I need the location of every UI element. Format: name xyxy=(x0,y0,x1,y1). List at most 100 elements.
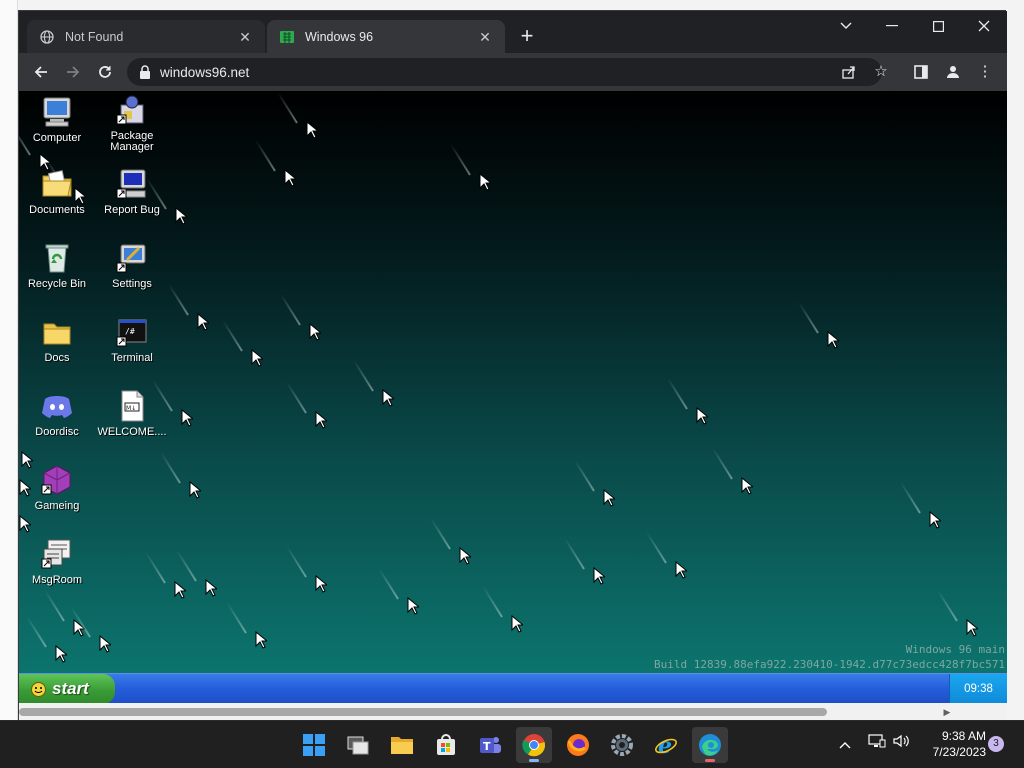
terminal-icon: /# xyxy=(116,319,147,347)
svg-text:M↓: M↓ xyxy=(126,405,136,412)
desktop-icon-welcome[interactable]: M↓ WELCOME.... xyxy=(95,389,169,438)
doordisc-icon xyxy=(42,396,72,418)
host-page-left-edge xyxy=(0,0,18,720)
scrollbar-thumb[interactable] xyxy=(19,708,827,716)
browser-toolbar: windows96.net ☆ ⋮ xyxy=(19,53,1007,91)
windows96-clock: 09:38 xyxy=(949,674,1007,703)
volume-icon[interactable] xyxy=(890,733,912,757)
cursor-arrow-icon xyxy=(675,561,687,579)
reload-button[interactable] xyxy=(93,60,117,84)
windows96-desktop[interactable]: Computer Package Manager Documents Repor… xyxy=(19,91,1007,703)
windows96-logo-icon xyxy=(279,29,295,45)
desktop-icon-computer[interactable]: Computer xyxy=(20,95,94,144)
side-panel-icon[interactable] xyxy=(909,60,933,84)
cursor-arrow-icon xyxy=(382,389,394,407)
desktop-icon-report-bug[interactable]: Report Bug xyxy=(95,167,169,216)
windows-taskbar: T e 9:38 AM 7/23/2023 3 xyxy=(0,720,1024,768)
cursor-trail xyxy=(646,531,667,564)
settings-gear-icon[interactable] xyxy=(604,727,640,763)
close-window-button[interactable] xyxy=(961,11,1007,41)
windows96-taskbar: start 09:38 xyxy=(19,673,1007,703)
browser-menu-icon[interactable]: ⋮ xyxy=(973,60,997,84)
bookmark-star-icon[interactable]: ☆ xyxy=(869,60,893,84)
cursor-trail xyxy=(353,359,374,392)
firefox-icon[interactable] xyxy=(560,727,596,763)
cursor-arrow-icon xyxy=(255,631,267,649)
desktop-icon-docs[interactable]: Docs xyxy=(20,315,94,364)
network-icon[interactable] xyxy=(866,733,888,757)
url-text: windows96.net xyxy=(160,64,250,80)
build-watermark-line2: Build 12839.88efa922.230410-1942.d77c73e… xyxy=(654,658,1005,671)
desktop-icon-package-manager[interactable]: Package Manager xyxy=(95,93,169,153)
desktop-icon-documents[interactable]: Documents xyxy=(20,167,94,216)
active-app-indicator xyxy=(705,759,715,762)
tab-search-chevron-icon[interactable] xyxy=(823,11,869,41)
desktop-icon-recycle-bin[interactable]: Recycle Bin xyxy=(20,241,94,290)
teams-icon[interactable]: T xyxy=(472,727,508,763)
scroll-right-arrow-icon[interactable]: ▶ xyxy=(941,706,953,718)
tab-not-found[interactable]: Not Found ✕ xyxy=(27,20,265,53)
system-clock[interactable]: 9:38 AM 7/23/2023 xyxy=(914,728,986,760)
edge-icon[interactable] xyxy=(692,727,728,763)
desktop-icon-doordisc[interactable]: Doordisc xyxy=(20,389,94,438)
cursor-arrow-icon xyxy=(251,349,263,367)
windows-start-icon[interactable] xyxy=(296,727,332,763)
chrome-icon[interactable] xyxy=(516,727,552,763)
forward-button[interactable] xyxy=(61,60,85,84)
cursor-trail xyxy=(667,377,688,410)
file-explorer-icon[interactable] xyxy=(384,727,420,763)
cursor-trail xyxy=(176,549,197,582)
cursor-trail xyxy=(900,481,921,514)
cursor-arrow-icon xyxy=(205,579,217,597)
internet-explorer-icon[interactable]: e xyxy=(648,727,684,763)
cursor-arrow-icon xyxy=(603,489,615,507)
start-button[interactable]: start xyxy=(19,674,115,703)
settings-icon xyxy=(116,244,146,273)
minimize-button[interactable] xyxy=(869,11,915,41)
lock-icon xyxy=(140,65,150,79)
browser-window: Not Found ✕ Windows 96 ✕ + windows96.net… xyxy=(18,10,1007,721)
back-button[interactable] xyxy=(29,60,53,84)
svg-text:/#: /# xyxy=(125,327,135,336)
cursor-trail xyxy=(226,601,247,634)
close-tab-icon[interactable]: ✕ xyxy=(477,29,493,45)
tab-strip: Not Found ✕ Windows 96 ✕ + xyxy=(19,11,1007,53)
cursor-trail xyxy=(26,615,47,648)
desktop-icon-terminal[interactable]: /# Terminal xyxy=(95,315,169,364)
cursor-arrow-icon xyxy=(181,409,193,427)
share-icon[interactable] xyxy=(837,60,861,84)
cursor-arrow-icon xyxy=(19,515,31,533)
cursor-trail xyxy=(286,545,307,578)
close-tab-icon[interactable]: ✕ xyxy=(237,29,253,45)
cursor-arrow-icon xyxy=(197,313,209,331)
folder-icon xyxy=(43,323,71,345)
computer-icon xyxy=(43,97,71,127)
show-hidden-icons-chevron-icon[interactable] xyxy=(834,733,856,757)
cursor-trail xyxy=(798,301,819,334)
tab-windows-96[interactable]: Windows 96 ✕ xyxy=(267,20,505,53)
cursor-trail xyxy=(564,537,585,570)
desktop-icon-msgroom[interactable]: MsgRoom xyxy=(20,537,94,586)
task-view-icon[interactable] xyxy=(340,727,376,763)
tab-title: Not Found xyxy=(65,29,124,44)
cursor-arrow-icon xyxy=(827,331,839,349)
cursor-arrow-icon xyxy=(479,173,491,191)
microsoft-store-icon[interactable] xyxy=(428,727,464,763)
desktop-icon-settings[interactable]: Settings xyxy=(95,241,169,290)
notification-badge[interactable]: 3 xyxy=(988,736,1004,752)
horizontal-scrollbar[interactable]: ◀ ▶ xyxy=(19,703,1007,721)
cursor-arrow-icon xyxy=(741,477,753,495)
cursor-trail xyxy=(286,381,307,414)
cursor-trail xyxy=(482,585,503,618)
start-label: start xyxy=(52,679,89,698)
markdown-file-icon: M↓ xyxy=(121,390,144,422)
cursor-arrow-icon xyxy=(407,597,419,615)
cursor-trail xyxy=(712,447,733,480)
desktop-icon-gameing[interactable]: Gameing xyxy=(20,463,94,512)
maximize-button[interactable] xyxy=(915,11,961,41)
cursor-trail xyxy=(574,459,595,492)
cursor-trail xyxy=(277,91,298,124)
new-tab-button[interactable]: + xyxy=(515,25,539,49)
address-bar[interactable]: windows96.net xyxy=(127,58,882,86)
profile-avatar-icon[interactable] xyxy=(941,60,965,84)
